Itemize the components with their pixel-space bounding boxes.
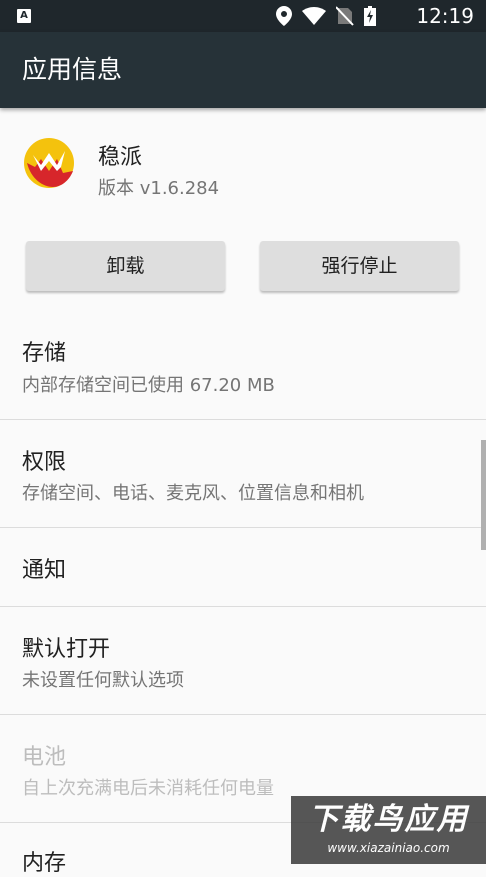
row-subtitle: 内部存储空间已使用 67.20 MB — [22, 375, 275, 396]
notification-a-icon: A — [17, 9, 31, 23]
settings-row-notifications[interactable]: 通知 — [0, 528, 486, 606]
app-name: 稳派 — [98, 145, 143, 170]
row-title: 权限 — [22, 450, 67, 475]
status-time: 12:19 — [416, 4, 474, 28]
row-title: 存储 — [22, 341, 67, 366]
page-title: 应用信息 — [22, 55, 123, 84]
watermark: 下载鸟应用 www.xiazainiao.com — [291, 796, 486, 864]
watermark-main: 下载鸟应用 — [308, 802, 469, 837]
settings-row-permissions[interactable]: 权限 存储空间、电话、麦克风、位置信息和相机 — [0, 420, 486, 526]
row-subtitle: 自上次充满电后未消耗任何电量 — [22, 778, 274, 799]
app-logo-icon — [23, 137, 75, 189]
row-title: 默认打开 — [22, 637, 111, 662]
row-title: 通知 — [22, 558, 67, 583]
watermark-sub: www.xiazainiao.com — [327, 841, 450, 855]
app-bar: 应用信息 — [0, 32, 486, 108]
force-stop-button[interactable]: 强行停止 — [260, 241, 459, 291]
scrollbar[interactable] — [481, 440, 486, 550]
status-bar: A 12:19 — [0, 0, 486, 32]
settings-row-open-by-default[interactable]: 默认打开 未设置任何默认选项 — [0, 607, 486, 713]
location-icon — [276, 6, 292, 26]
row-subtitle: 未设置任何默认选项 — [22, 670, 184, 691]
status-icons — [276, 5, 376, 27]
row-subtitle: 存储空间、电话、麦克风、位置信息和相机 — [22, 483, 364, 504]
app-version: 版本 v1.6.284 — [98, 178, 220, 199]
uninstall-button[interactable]: 卸载 — [26, 241, 225, 291]
battery-charging-icon — [364, 6, 376, 26]
no-sim-icon — [336, 6, 354, 26]
row-title: 电池 — [22, 745, 67, 770]
row-title: 内存 — [22, 851, 67, 876]
wifi-icon — [302, 7, 326, 25]
settings-row-storage[interactable]: 存储 内部存储空间已使用 67.20 MB — [0, 318, 486, 419]
